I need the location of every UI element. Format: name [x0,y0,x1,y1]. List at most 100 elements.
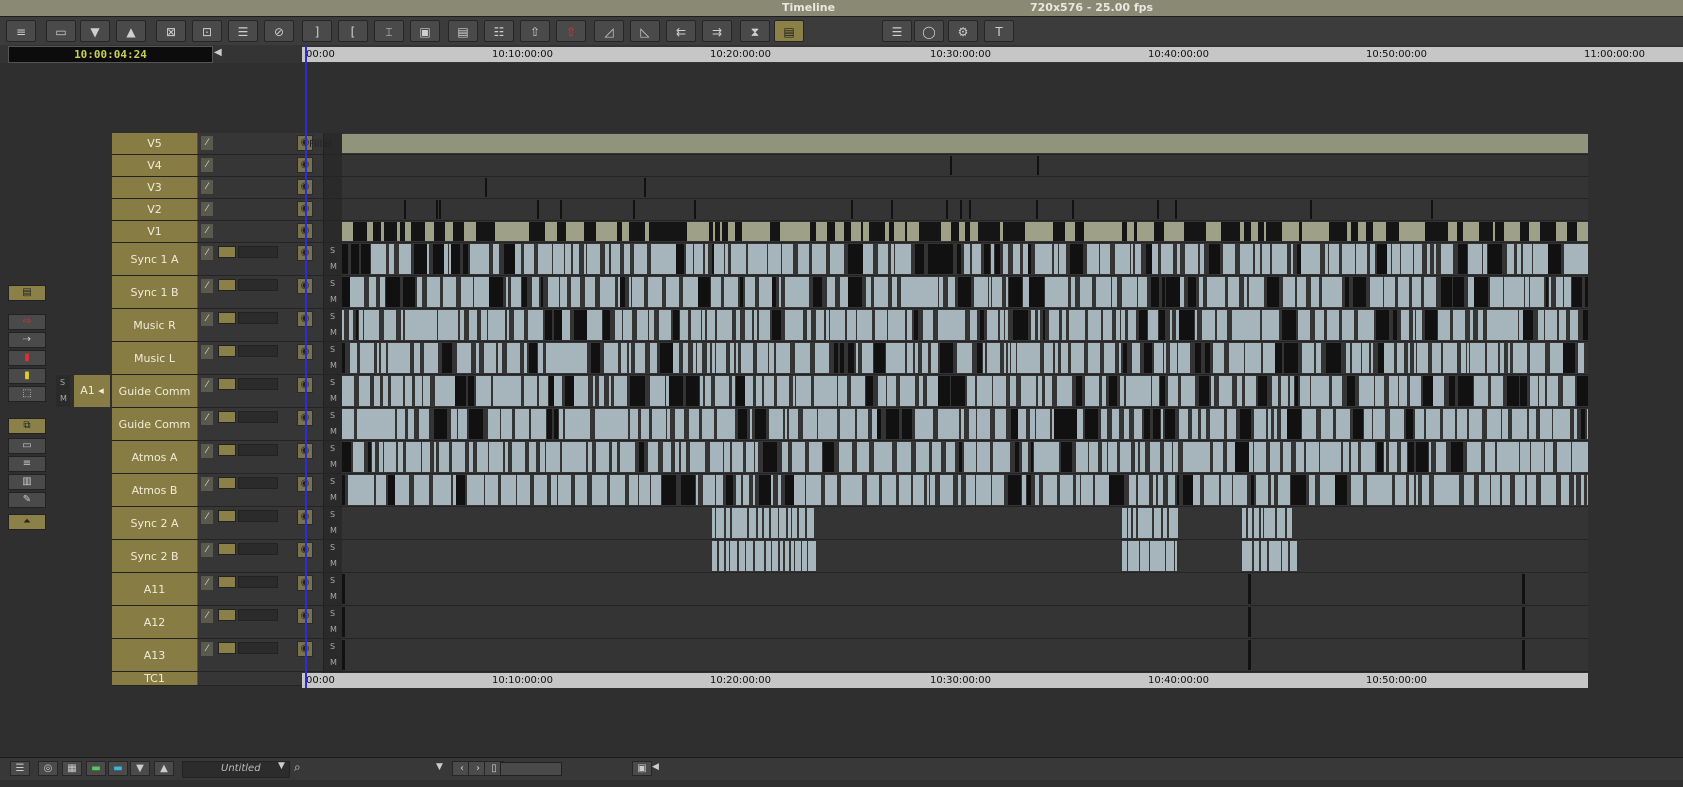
audio-clip[interactable] [476,376,491,406]
audio-clip[interactable] [1128,310,1136,340]
video-edit[interactable] [1036,200,1038,219]
audio-clip[interactable] [1393,310,1397,340]
dropdown-arrow-icon[interactable]: ▼ [436,762,443,772]
audio-clip[interactable] [384,409,395,439]
audio-clip[interactable] [1120,376,1124,406]
audio-clip[interactable] [1269,508,1275,538]
audio-clip[interactable] [900,376,915,406]
audio-clip[interactable] [1275,343,1282,373]
audio-clip[interactable] [1432,343,1441,373]
audio-clip[interactable] [848,244,863,274]
video-clip[interactable] [851,222,861,241]
audio-clip[interactable] [901,277,913,307]
video-clip[interactable] [486,222,495,241]
extract-icon[interactable]: ▲ [116,20,146,42]
record-circle-icon[interactable]: ◯ [914,20,944,42]
audio-clip[interactable] [703,475,715,505]
video-edit[interactable] [851,200,853,219]
audio-clip[interactable] [1227,409,1236,439]
track-content[interactable] [342,133,1588,154]
audio-clip[interactable] [883,244,888,274]
red-segment-icon[interactable]: ▮ [8,350,46,366]
audio-clip[interactable] [452,442,465,472]
audio-automation-icon[interactable] [238,576,278,588]
audio-clip[interactable] [1054,409,1068,439]
audio-clip[interactable] [456,475,465,505]
audio-clip[interactable] [1164,343,1166,373]
mute-icon[interactable]: M [330,262,337,271]
track-solo-mute[interactable]: SM [324,606,342,638]
audio-clip[interactable] [754,310,757,340]
video-edit[interactable] [436,200,438,219]
audio-clip[interactable] [651,475,661,505]
audio-clip[interactable] [1021,376,1036,406]
audio-clip[interactable] [1188,277,1196,307]
audio-clip[interactable] [1376,310,1389,340]
audio-clip[interactable] [1479,343,1485,373]
audio-clip[interactable] [538,244,552,274]
audio-clip[interactable] [705,376,711,406]
audio-clip[interactable] [758,244,767,274]
video-clip[interactable] [1211,222,1221,241]
audio-clip[interactable] [806,475,821,505]
audio-clip[interactable] [1061,442,1072,472]
audio-clip[interactable] [1269,310,1279,340]
audio-clip[interactable] [401,310,403,340]
audio-clip[interactable] [433,310,437,340]
audio-clip[interactable] [1204,475,1219,505]
audio-clip[interactable] [1433,376,1444,406]
audio-clip[interactable] [405,376,412,406]
audio-clip[interactable] [1523,244,1532,274]
audio-clip[interactable] [1353,277,1366,307]
audio-clip[interactable] [759,475,771,505]
lasso-icon[interactable]: ⬚ [8,386,46,402]
audio-clip[interactable] [454,310,458,340]
audio-clip[interactable] [1076,442,1088,472]
audio-clip[interactable] [716,343,726,373]
audio-clip[interactable] [961,409,964,439]
audio-clip[interactable] [964,244,970,274]
mute-icon[interactable]: M [330,427,337,436]
audio-clip[interactable] [730,343,734,373]
video-clip[interactable] [844,222,851,241]
trim-roller-icon[interactable]: ◺ [630,20,660,42]
audio-clip[interactable] [1422,475,1429,505]
audio-clip[interactable] [841,475,850,505]
audio-clip[interactable] [838,376,847,406]
audio-clip[interactable] [351,244,359,274]
audio-clip[interactable] [515,409,529,439]
track-name[interactable]: A12 [112,606,198,638]
audio-clip[interactable] [620,277,625,307]
audio-clip[interactable] [857,409,868,439]
clear-marks-icon[interactable]: ⊘ [264,20,294,42]
audio-clip[interactable] [716,475,723,505]
audio-clip[interactable] [1390,409,1404,439]
audio-clip[interactable] [588,442,592,472]
audio-clip[interactable] [361,244,370,274]
audio-clip[interactable] [1233,475,1247,505]
audio-clip[interactable] [1175,541,1177,571]
audio-edit[interactable] [342,640,345,670]
audio-clip[interactable] [1325,244,1328,274]
audio-clip[interactable] [1054,475,1057,505]
audio-clip[interactable] [398,442,403,472]
audio-clip[interactable] [363,475,374,505]
audio-clip[interactable] [696,475,698,505]
audio-clip[interactable] [635,343,645,373]
audio-clip[interactable] [991,244,994,274]
audio-clip[interactable] [1022,475,1026,505]
video-edit[interactable] [960,200,962,219]
audio-clip[interactable] [1161,409,1163,439]
audio-clip[interactable] [1108,442,1117,472]
audio-clip[interactable] [493,244,499,274]
audio-clip[interactable] [1191,442,1199,472]
audio-clip[interactable] [804,277,809,307]
audio-clip[interactable] [940,475,953,505]
audio-clip[interactable] [1534,475,1536,505]
audio-clip[interactable] [1291,244,1293,274]
video-clip[interactable] [926,222,936,241]
audio-clip[interactable] [1163,508,1167,538]
audio-clip[interactable] [770,244,781,274]
audio-clip[interactable] [1042,244,1052,274]
audio-clip[interactable] [1004,343,1006,373]
